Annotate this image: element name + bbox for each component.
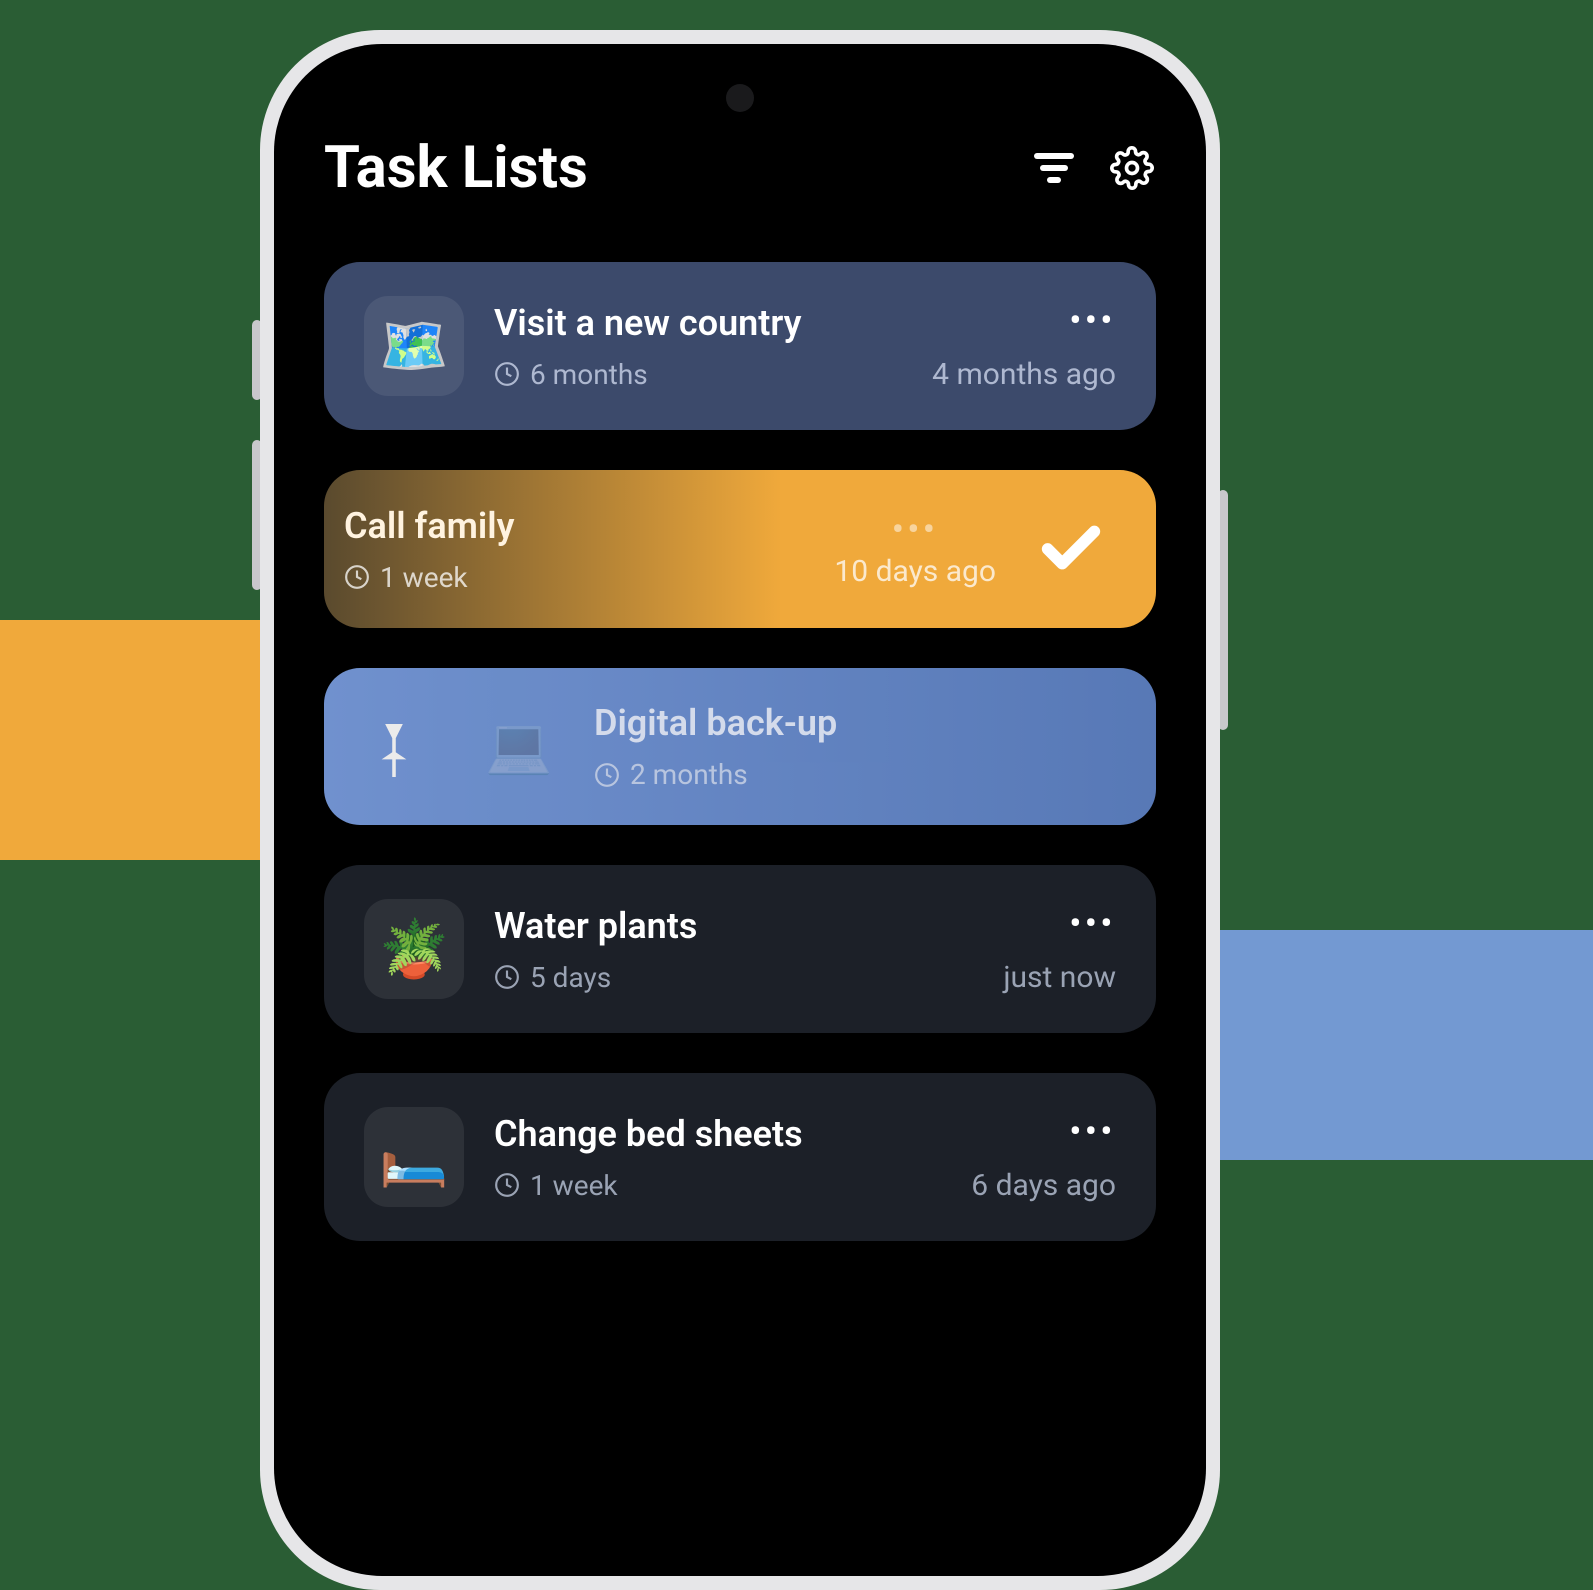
task-title: Change bed sheets [494,1113,941,1155]
task-ago: just now [1003,960,1116,995]
task-card[interactable]: 🗺️ Visit a new country 6 months ••• 4 mo… [324,262,1156,430]
task-ago: 4 months ago [932,357,1116,392]
check-icon [1036,514,1106,584]
phone-frame: Task Lists [260,30,1220,1590]
filter-button[interactable] [1030,144,1078,192]
more-button[interactable]: ••• [1070,301,1117,339]
settings-button[interactable] [1108,144,1156,192]
clock-icon [594,762,620,788]
complete-action[interactable] [1026,504,1116,594]
phone-screen: Task Lists [274,44,1206,1576]
more-button[interactable]: ••• [1070,904,1117,942]
task-title: Visit a new country [494,302,902,344]
task-interval: 1 week [530,1169,618,1202]
task-ago: 6 days ago [971,1168,1116,1203]
filter-icon [1034,153,1074,183]
header: Task Lists [324,134,1156,202]
task-title: Digital back-up [594,702,1116,744]
more-button[interactable]: ••• [1070,1112,1117,1150]
page-title: Task Lists [324,134,588,202]
task-emoji: 🛏️ [364,1107,464,1207]
task-title: Call family [344,505,804,547]
task-emoji: 🪴 [364,899,464,999]
laptop-icon: 💻 [474,712,564,782]
clock-icon [494,361,520,387]
clock-icon [494,1172,520,1198]
task-ago: 10 days ago [834,554,996,589]
clock-icon [494,964,520,990]
task-interval: 2 months [630,758,748,791]
camera-notch [726,84,754,112]
pin-action[interactable] [364,717,424,777]
pin-icon [364,717,424,777]
task-card[interactable]: 🪴 Water plants 5 days ••• just now [324,865,1156,1033]
gear-icon [1110,146,1154,190]
task-card[interactable]: Call family 1 week ••• 10 days ago [324,470,1156,628]
task-interval: 5 days [530,961,611,994]
task-emoji: 🗺️ [364,296,464,396]
task-card[interactable]: 🛏️ Change bed sheets 1 week ••• 6 days a… [324,1073,1156,1241]
task-title: Water plants [494,905,973,947]
task-interval: 1 week [380,561,468,594]
more-button[interactable]: ••• [892,510,939,548]
task-card[interactable]: 💻 Digital back-up 2 months [324,668,1156,825]
task-list: 🗺️ Visit a new country 6 months ••• 4 mo… [324,262,1156,1241]
task-interval: 6 months [530,358,648,391]
clock-icon [344,564,370,590]
